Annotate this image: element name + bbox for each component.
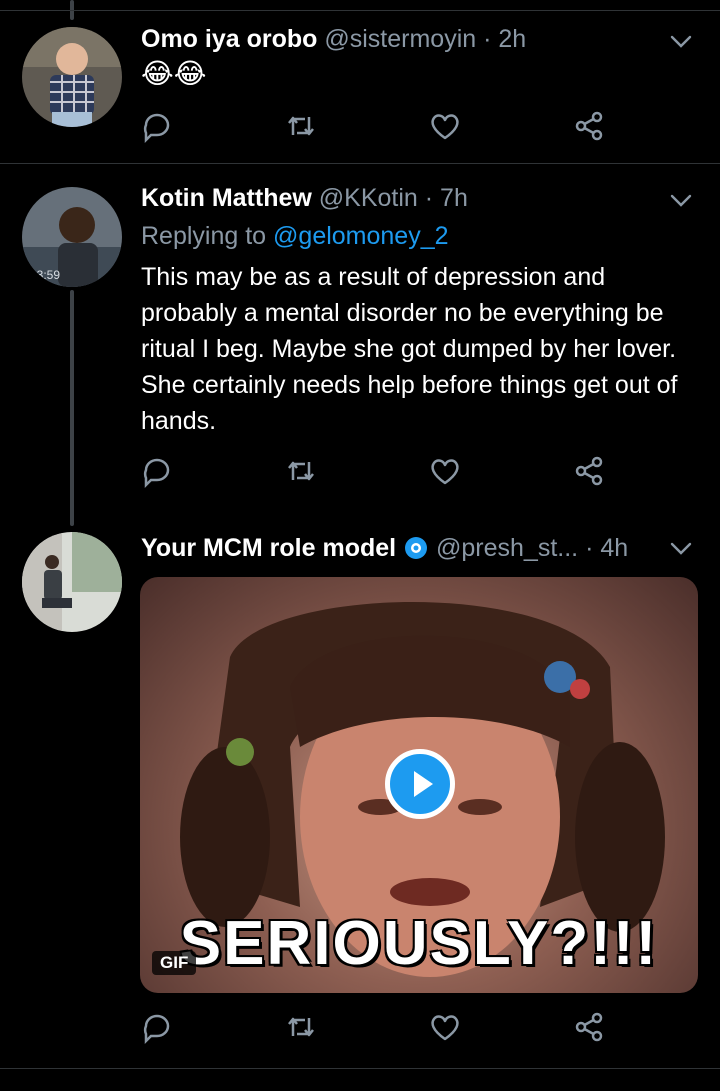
action-bar — [140, 454, 620, 494]
tweet-text: This may be as a result of depression an… — [141, 263, 678, 435]
replying-label: Replying to — [141, 222, 267, 250]
view-badge-icon — [405, 537, 428, 559]
handle[interactable]: @presh_st... — [436, 534, 578, 562]
timestamp[interactable]: · 7h — [425, 184, 468, 212]
share-icon — [575, 111, 603, 141]
avatar[interactable] — [22, 27, 122, 127]
retweet-icon — [288, 1017, 314, 1037]
play-icon — [414, 771, 433, 797]
handle[interactable]: @KKotin — [319, 184, 418, 212]
like-button[interactable] — [428, 454, 468, 494]
reply-icon — [143, 113, 170, 144]
gif-badge: GIF — [152, 951, 197, 975]
tweet-header: Kotin Matthew @KKotin · 7h — [141, 183, 468, 213]
tweet-header: Your MCM role model @presh_st... · 4h — [141, 533, 628, 563]
chevron-down-icon[interactable] — [668, 28, 694, 54]
like-button[interactable] — [428, 109, 468, 149]
avatar[interactable] — [22, 532, 122, 632]
reply-button[interactable] — [140, 109, 180, 149]
retweet-button[interactable] — [284, 454, 324, 494]
retweet-button[interactable] — [284, 1010, 324, 1050]
avatar[interactable]: 03:59 — [22, 187, 122, 287]
timestamp[interactable]: · 4h — [585, 534, 628, 562]
share-button[interactable] — [572, 454, 612, 494]
tweet-text: 😂😂 — [141, 58, 207, 89]
retweet-icon — [288, 116, 314, 136]
play-button[interactable] — [385, 749, 455, 819]
like-icon — [431, 114, 459, 140]
display-name[interactable]: Omo iya orobo — [141, 25, 317, 53]
chevron-down-icon[interactable] — [668, 535, 694, 561]
gif-media[interactable]: SERIOUSLY?!!! GIF — [140, 577, 698, 993]
reply-button[interactable] — [140, 1010, 180, 1050]
reply-icon — [143, 1014, 170, 1045]
action-bar — [140, 109, 620, 149]
separator-bottom — [0, 1068, 720, 1069]
gif-caption: SERIOUSLY?!!! — [179, 909, 659, 978]
like-icon — [431, 1015, 459, 1041]
replying-to: Replying to @gelomoney_2 — [141, 221, 449, 251]
reply-icon — [143, 458, 170, 489]
svg-text:03:59: 03:59 — [30, 268, 60, 282]
share-button[interactable] — [572, 109, 612, 149]
reply-button[interactable] — [140, 454, 180, 494]
retweet-button[interactable] — [284, 109, 324, 149]
share-button[interactable] — [572, 1010, 612, 1050]
display-name[interactable]: Kotin Matthew — [141, 184, 312, 212]
timestamp[interactable]: · 2h — [483, 25, 526, 53]
like-button[interactable] — [428, 1010, 468, 1050]
handle[interactable]: @sistermoyin — [324, 25, 476, 53]
like-icon — [431, 459, 459, 485]
tweet-header: Omo iya orobo @sistermoyin · 2h — [141, 24, 526, 54]
share-icon — [575, 1012, 603, 1042]
share-icon — [575, 456, 603, 486]
retweet-icon — [288, 461, 314, 481]
separator-top — [0, 10, 720, 11]
thread-line — [70, 290, 74, 526]
action-bar — [140, 1010, 620, 1050]
separator — [0, 163, 720, 164]
chevron-down-icon[interactable] — [668, 187, 694, 213]
mention-link[interactable]: @gelomoney_2 — [273, 222, 449, 250]
display-name[interactable]: Your MCM role model — [141, 534, 396, 562]
